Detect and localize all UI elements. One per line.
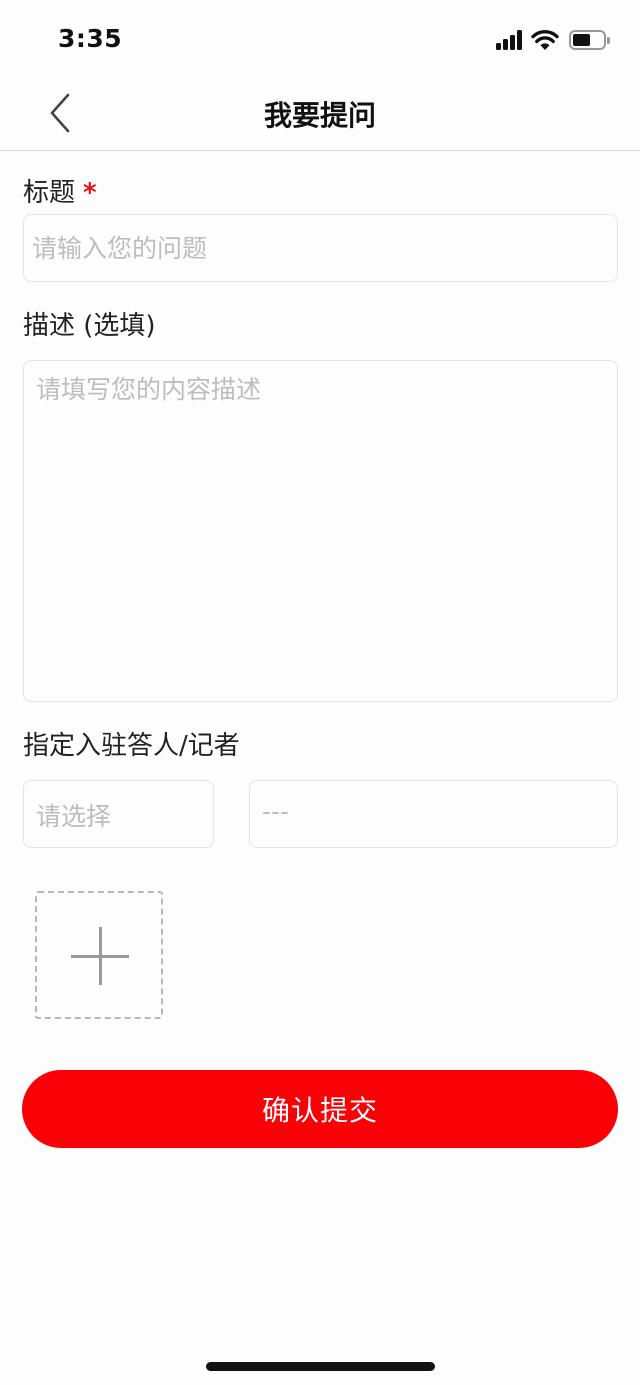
wifi-icon — [531, 27, 559, 51]
assignee-select-placeholder: 请选择 — [36, 802, 112, 831]
signal-icon — [496, 30, 524, 50]
assignee-select[interactable]: 请选择 — [23, 780, 214, 848]
nav-bar: 我要提问 — [0, 80, 640, 151]
submit-button[interactable]: 确认提交 — [22, 1070, 618, 1148]
status-time: 3:35 — [58, 24, 123, 53]
description-textarea[interactable] — [23, 360, 618, 702]
image-upload-button[interactable] — [35, 891, 163, 1019]
ask-question-page: 3:35 我要提问 标题 * 请输入您的问题 描述 (选填) 请填写您的内容描述… — [0, 0, 640, 1385]
required-mark: * — [83, 178, 97, 208]
assignee-name-placeholder: --- — [262, 797, 290, 826]
description-label: 描述 (选填) — [23, 311, 156, 341]
title-input[interactable] — [23, 214, 618, 282]
assignee-label: 指定入驻答人/记者 — [23, 731, 240, 761]
assignee-name-field[interactable]: --- — [249, 780, 618, 848]
title-label-text: 标题 — [23, 178, 76, 208]
page-title: 我要提问 — [263, 99, 376, 132]
battery-icon — [569, 30, 611, 50]
title-label: 标题 * — [23, 172, 97, 209]
home-indicator[interactable] — [206, 1362, 435, 1371]
status-bar: 3:35 — [0, 0, 640, 80]
